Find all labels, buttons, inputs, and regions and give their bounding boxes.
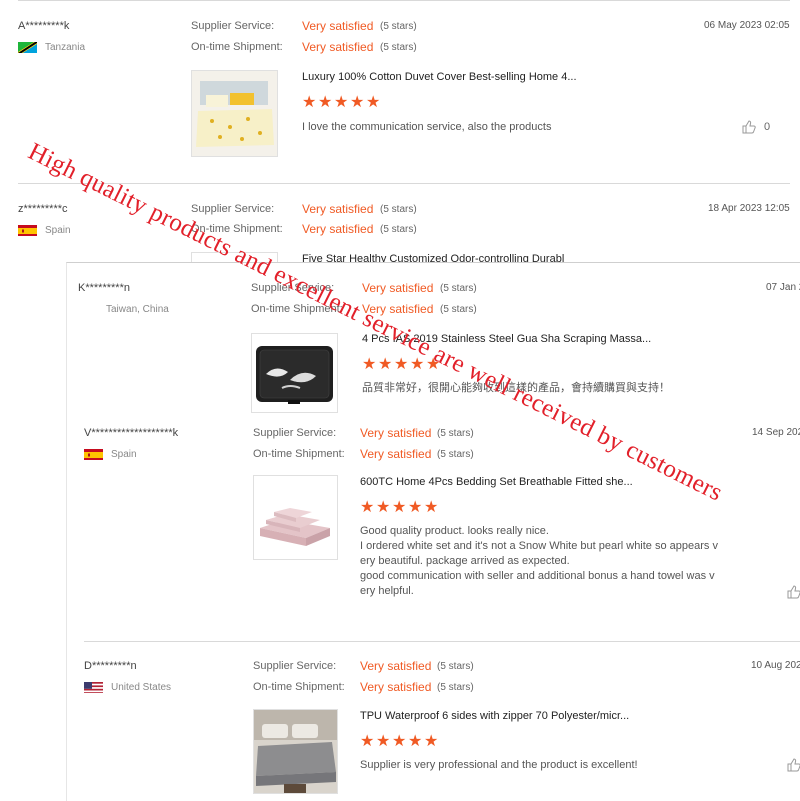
review-comment: Good quality product. looks really nice.… (360, 524, 718, 599)
reviewer-country: Spain (45, 225, 71, 236)
star-icon: ★ (394, 356, 409, 373)
shipment-value: Very satisfied (302, 40, 374, 54)
shipment-stars: (5 stars) (380, 224, 417, 235)
star-icon: ★ (408, 499, 423, 516)
review-comment: Supplier is very professional and the pr… (360, 759, 638, 771)
reviewer-name: V*******************k (84, 427, 179, 439)
like-count: 0 (764, 121, 771, 133)
supplier-service-label: Supplier Service: (253, 427, 337, 439)
like-button[interactable] (787, 758, 800, 772)
star-icon: ★ (360, 499, 375, 516)
shipment-stars: (5 stars) (380, 42, 417, 53)
reviewer-country: United States (111, 682, 172, 693)
shipment-value: Very satisfied (302, 222, 374, 236)
review-comment: I love the communication service, also t… (302, 121, 552, 133)
supplier-service-label: Supplier Service: (191, 203, 275, 215)
duvet-product-image (192, 71, 277, 156)
product-title-link[interactable]: TPU Waterproof 6 sides with zipper 70 Po… (360, 710, 629, 722)
comment-line: Good quality product. looks really nice. (360, 525, 549, 537)
supplier-service-stars: (5 stars) (380, 21, 417, 32)
product-thumbnail[interactable] (253, 709, 338, 794)
comment-line: I ordered white set and it's not a Snow … (360, 540, 718, 552)
thumbs-up-icon (742, 120, 756, 134)
review-date: 06 May 2023 02:05 (704, 20, 790, 31)
reviewer-country: Tanzania (45, 42, 86, 53)
bedding-set-image (254, 476, 337, 559)
star-icon: ★ (376, 733, 391, 750)
supplier-service-stars: (5 stars) (437, 661, 474, 672)
shipment-stars: (5 stars) (440, 304, 477, 315)
star-icon: ★ (408, 733, 423, 750)
supplier-service-stars: (5 stars) (437, 428, 474, 439)
review-date: 14 Sep 202 (752, 427, 800, 438)
supplier-service-value: Very satisfied (302, 202, 374, 216)
gua-sha-case-image (252, 334, 337, 412)
thumbs-up-icon (787, 585, 800, 599)
flag-united-states-icon (84, 681, 103, 693)
star-icon: ★ (424, 499, 439, 516)
flag-tanzania-icon (18, 41, 37, 53)
product-thumbnail[interactable] (251, 333, 338, 413)
supplier-service-label: Supplier Service: (191, 20, 275, 32)
review-date: 07 Jan 2 (766, 282, 800, 293)
star-icon: ★ (366, 94, 381, 111)
rating-stars: ★ ★ ★ ★ ★ (360, 733, 439, 750)
mattress-protector-image (254, 710, 337, 793)
product-thumbnail[interactable] (253, 475, 338, 560)
shipment-label: On-time Shipment: (253, 448, 345, 460)
reviewer-name: D*********n (84, 660, 137, 672)
star-icon: ★ (424, 733, 439, 750)
star-icon: ★ (378, 356, 393, 373)
divider (84, 641, 800, 642)
star-icon: ★ (376, 499, 391, 516)
divider (18, 0, 790, 1)
supplier-service-stars: (5 stars) (440, 283, 477, 294)
product-thumbnail[interactable] (191, 70, 278, 157)
shipment-stars: (5 stars) (437, 449, 474, 460)
star-icon: ★ (334, 94, 349, 111)
star-icon: ★ (360, 733, 375, 750)
thumbs-up-icon (787, 758, 800, 772)
supplier-service-value: Very satisfied (302, 19, 374, 33)
divider (18, 183, 790, 184)
supplier-service-stars: (5 stars) (380, 204, 417, 215)
star-icon: ★ (362, 356, 377, 373)
star-icon: ★ (392, 499, 407, 516)
reviewer-country: Spain (111, 449, 137, 460)
rating-stars: ★ ★ ★ ★ ★ (360, 499, 439, 516)
supplier-service-value: Very satisfied (362, 281, 434, 295)
product-title-link[interactable]: 600TC Home 4Pcs Bedding Set Breathable F… (360, 476, 633, 488)
review-date: 18 Apr 2023 12:05 (708, 203, 790, 214)
comment-line: ery helpful. (360, 585, 414, 597)
like-button[interactable]: 0 (742, 120, 770, 134)
star-icon: ★ (392, 733, 407, 750)
flag-spain-icon (18, 224, 37, 236)
flag-spain-icon (84, 448, 103, 460)
supplier-service-value: Very satisfied (360, 426, 432, 440)
reviewer-name: K*********n (78, 282, 130, 294)
shipment-value: Very satisfied (360, 447, 432, 461)
rating-stars: ★ ★ ★ ★ ★ (302, 94, 381, 111)
supplier-service-value: Very satisfied (360, 659, 432, 673)
reviewer-country: Taiwan, China (106, 304, 169, 315)
shipment-label: On-time Shipment: (253, 681, 345, 693)
shipment-stars: (5 stars) (437, 682, 474, 693)
review-date: 10 Aug 202 (751, 660, 800, 671)
comment-line: ery beautiful. package arrived as expect… (360, 555, 570, 567)
star-icon: ★ (318, 94, 333, 111)
like-button[interactable] (787, 585, 800, 599)
reviewer-name: z*********c (18, 203, 68, 215)
star-icon: ★ (350, 94, 365, 111)
supplier-service-label: Supplier Service: (253, 660, 337, 672)
star-icon: ★ (302, 94, 317, 111)
review-list-background: A*********k Tanzania Supplier Service: V… (0, 0, 800, 270)
reviewer-name: A*********k (18, 20, 70, 32)
shipment-label: On-time Shipment: (191, 41, 283, 53)
shipment-value: Very satisfied (360, 680, 432, 694)
product-title-link[interactable]: Luxury 100% Cotton Duvet Cover Best-sell… (302, 71, 577, 83)
comment-line: good communication with seller and addit… (360, 570, 715, 582)
